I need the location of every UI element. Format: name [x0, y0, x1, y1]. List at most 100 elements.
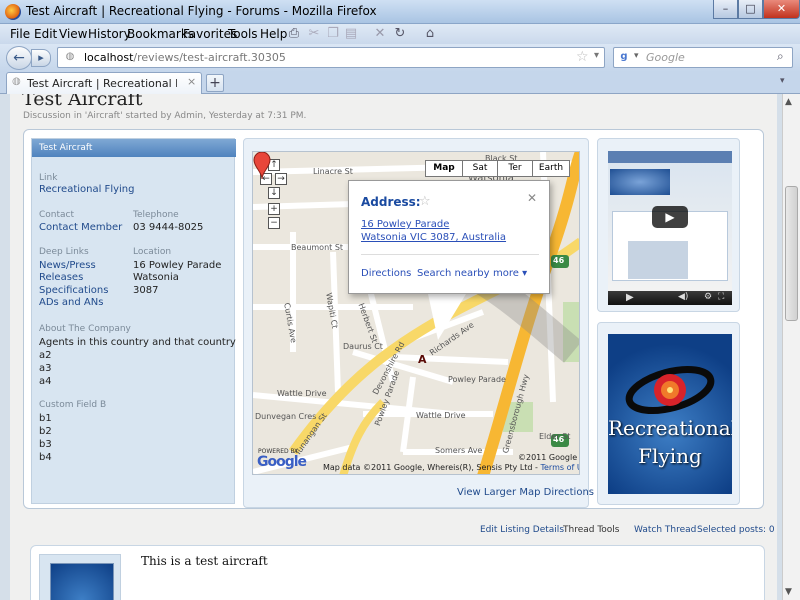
custom-field-label: Custom Field B: [39, 400, 107, 410]
search-bar[interactable]: g ▾ Google ⌕: [613, 47, 793, 68]
new-tab-button[interactable]: +: [206, 74, 224, 92]
vertical-scrollbar[interactable]: ▲ ▼: [782, 94, 800, 600]
contact-member-link[interactable]: Contact Member: [39, 222, 122, 233]
settings-icon[interactable]: ⚙: [704, 292, 712, 302]
avatar[interactable]: [50, 563, 114, 600]
page-content: Test Aircraft Discussion in 'Aircraft' s…: [10, 94, 777, 600]
play-control-icon[interactable]: ▶: [626, 292, 634, 303]
url-host: localhost: [84, 51, 134, 64]
maximize-button[interactable]: □: [738, 0, 763, 19]
pan-right-icon[interactable]: →: [275, 173, 287, 185]
map-panel: 46 46 Black St Linacre St Watsonia Beaum…: [243, 138, 594, 508]
cut-icon[interactable]: ✂: [306, 26, 322, 42]
post-box: This is a test aircraft: [30, 545, 765, 600]
ads-and-ans-link[interactable]: ADs and ANs: [39, 297, 103, 308]
tab-list-dropdown-icon[interactable]: ▾: [780, 76, 785, 86]
paste-icon[interactable]: ▤: [343, 26, 359, 42]
fullscreen-icon[interactable]: ⛶: [718, 292, 724, 302]
copy-icon[interactable]: ❐: [325, 26, 341, 42]
news-press-link[interactable]: News/Press: [39, 260, 96, 271]
author-info: [39, 554, 121, 600]
search-nearby-link[interactable]: Search nearby: [417, 268, 490, 279]
back-arrow-icon[interactable]: ←: [6, 46, 32, 70]
more-dropdown[interactable]: more ▾: [493, 268, 527, 279]
logo-panel: Recreational Flying: [597, 322, 740, 505]
stop-icon[interactable]: ✕: [372, 26, 388, 42]
video-controls[interactable]: ▶ ◀) ⚙ ⛶: [608, 291, 732, 305]
road-badge: 46: [553, 256, 565, 265]
tab-test-aircraft[interactable]: ◍ Test Aircraft | Recreational Flying - …: [6, 72, 202, 94]
scroll-thumb[interactable]: [785, 186, 798, 321]
location-line: 3087: [133, 285, 159, 296]
menu-edit[interactable]: Edit: [34, 27, 57, 41]
star-icon[interactable]: ☆: [576, 49, 589, 65]
minimize-button[interactable]: –: [713, 0, 738, 19]
url-dropdown-icon[interactable]: ▾: [594, 50, 599, 61]
map-type-sat[interactable]: Sat: [462, 160, 498, 177]
contact-label: Contact: [39, 210, 75, 220]
logo-line1: Recreational: [608, 416, 732, 440]
zoom-in-icon[interactable]: +: [268, 203, 280, 215]
menu-file[interactable]: File: [10, 27, 30, 41]
search-engine-dropdown-icon[interactable]: ▾: [634, 51, 639, 61]
listing-sidebar: Test Aircraft Link Recreational Flying C…: [31, 138, 236, 504]
tab-label: Test Aircraft | Recreational Flying - Fo…: [27, 77, 177, 90]
menu-view[interactable]: View: [59, 27, 87, 41]
magnifier-icon[interactable]: ⌕: [777, 49, 784, 64]
watch-thread-link[interactable]: Watch Thread: [634, 525, 696, 535]
bubble-address-line2[interactable]: Watsonia VIC 3087, Australia: [361, 232, 506, 243]
post-message: This is a test aircraft: [141, 554, 268, 568]
directions-link[interactable]: Directions: [361, 268, 411, 279]
star-icon[interactable]: ☆: [419, 194, 431, 209]
specifications-link[interactable]: Specifications: [39, 285, 108, 296]
close-icon[interactable]: ✕: [527, 191, 537, 205]
forward-arrow-icon[interactable]: ▸: [31, 49, 51, 67]
bubble-address-line1[interactable]: 16 Powley Parade: [361, 219, 449, 230]
tab-close-icon[interactable]: ×: [187, 75, 196, 88]
map-type-earth[interactable]: Earth: [532, 160, 570, 177]
location-line: Watsonia: [133, 272, 179, 283]
selected-posts-link[interactable]: Selected posts: 0: [697, 525, 775, 535]
street-label: Wattle Drive: [277, 389, 327, 398]
video-panel: ▶ ▶ ◀) ⚙ ⛶: [597, 138, 740, 312]
close-window-button[interactable]: ✕: [763, 0, 800, 19]
map-credits: Map data ©2011 Google, Whereis(R), Sensi…: [323, 463, 579, 472]
reload-icon[interactable]: ↻: [392, 26, 408, 42]
releases-link[interactable]: Releases: [39, 272, 83, 283]
info-bubble: Address: ☆ ✕ 16 Powley Parade Watsonia V…: [348, 180, 550, 294]
telephone-label: Telephone: [133, 210, 179, 220]
thread-tools-menu[interactable]: Thread Tools: [563, 525, 620, 535]
view-larger-map-link[interactable]: View Larger Map Directions: [457, 487, 594, 498]
recreational-flying-logo[interactable]: Recreational Flying: [608, 334, 732, 494]
marker-label: A: [418, 353, 427, 366]
map-type-map[interactable]: Map: [425, 160, 463, 177]
scroll-up-icon[interactable]: ▲: [785, 97, 792, 107]
edit-listing-link[interactable]: Edit Listing Details: [480, 525, 564, 535]
play-icon[interactable]: ▶: [652, 206, 688, 228]
thread-meta: Discussion in 'Aircraft' started by Admi…: [23, 111, 307, 121]
pan-down-icon[interactable]: ↓: [268, 187, 280, 199]
google-icon[interactable]: g: [617, 51, 631, 65]
home-icon[interactable]: ⌂: [422, 26, 438, 42]
map-marker-icon[interactable]: [253, 152, 271, 180]
volume-icon[interactable]: ◀): [678, 292, 688, 302]
custom-line: b1: [39, 413, 52, 424]
street-label: Elder St: [539, 432, 571, 441]
scroll-down-icon[interactable]: ▼: [785, 587, 792, 597]
menu-tools[interactable]: Tools: [228, 27, 258, 41]
menu-help[interactable]: Help: [260, 27, 287, 41]
menu-history[interactable]: History: [88, 27, 131, 41]
address-bar[interactable]: ◍ localhost/reviews/test-aircraft.30305 …: [57, 47, 605, 68]
map-type-ter[interactable]: Ter: [497, 160, 533, 177]
link-label: Link: [39, 173, 58, 183]
site-identity-icon[interactable]: ◍: [63, 51, 77, 65]
zoom-out-icon[interactable]: −: [268, 217, 280, 229]
recreational-flying-link[interactable]: Recreational Flying: [39, 184, 134, 195]
print-icon[interactable]: ⎙: [286, 26, 302, 42]
terms-of-use-link[interactable]: Terms of Use: [540, 463, 579, 472]
street-label: Linacre St: [313, 167, 353, 176]
video-player[interactable]: ▶ ▶ ◀) ⚙ ⛶: [608, 151, 732, 305]
google-map[interactable]: 46 46 Black St Linacre St Watsonia Beaum…: [252, 151, 580, 475]
location-label: Location: [133, 247, 172, 257]
street-label: Daurus Ct: [343, 342, 383, 351]
